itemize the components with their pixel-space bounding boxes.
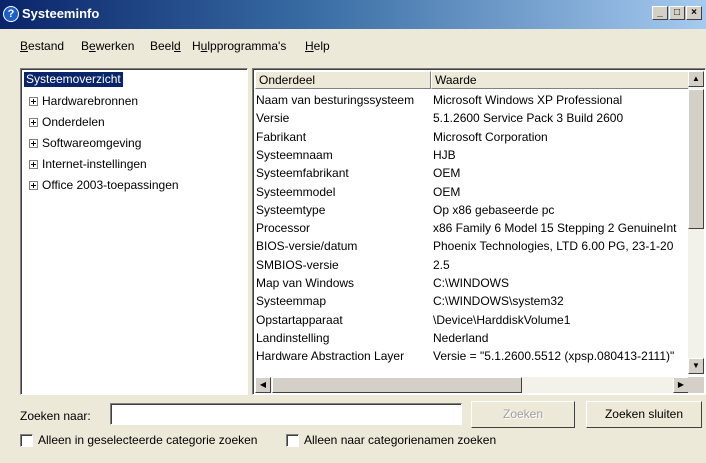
tree-item-onderdelen[interactable]: Onderdelen	[29, 114, 105, 130]
search-button[interactable]: Zoeken	[471, 401, 575, 428]
cell-waarde: Microsoft Corporation	[433, 129, 548, 144]
menu-help[interactable]: Help	[305, 39, 330, 53]
cell-onderdeel: SMBIOS-versie	[256, 257, 339, 272]
cell-onderdeel: Naam van besturingssysteem	[256, 93, 415, 107]
menu-hulpprogrammas[interactable]: Hulpprogramma's	[192, 39, 286, 53]
cell-onderdeel: BIOS-versie/datum	[256, 239, 358, 254]
cell-waarde: Versie = "5.1.2600.5512 (xpsp.080413-211…	[433, 349, 675, 364]
cell-onderdeel: Fabrikant	[256, 129, 307, 144]
cell-onderdeel: Landinstelling	[256, 330, 330, 345]
details-list[interactable]: Onderdeel Waarde Naam van besturingssyst…	[252, 68, 706, 395]
scroll-thumb[interactable]	[688, 89, 704, 229]
table-row[interactable]: Hardware Abstraction Layer Versie = "5.1.…	[253, 347, 689, 365]
checkbox[interactable]	[286, 434, 299, 448]
question-icon: ?	[3, 6, 19, 22]
expand-icon[interactable]	[29, 139, 38, 149]
cell-onderdeel: Systeemmodel	[256, 184, 336, 199]
table-row[interactable]: Landinstelling Nederland	[253, 329, 689, 347]
cell-onderdeel: Versie	[256, 111, 290, 126]
cell-onderdeel: Systeemnaam	[256, 147, 333, 162]
menu-beeld[interactable]: Beeld	[150, 39, 181, 53]
cell-onderdeel: Opstartapparaat	[256, 312, 343, 327]
scroll-thumb-horizontal[interactable]	[272, 377, 522, 393]
cell-onderdeel: Map van Windows	[256, 276, 355, 290]
tree-item-hardwarebronnen[interactable]: Hardwarebronnen	[29, 93, 138, 109]
cell-waarde: Nederland	[433, 330, 489, 345]
checkbox-category-names[interactable]: Alleen naar categorienamen zoeken	[286, 432, 496, 450]
tree-item-softwareomgeving[interactable]: Softwareomgeving	[29, 135, 141, 151]
table-row[interactable]: Systeemnaam HJB	[253, 146, 689, 164]
expand-icon[interactable]	[29, 97, 38, 107]
scroll-corner	[688, 377, 704, 393]
cell-onderdeel: Systeemfabrikant	[256, 166, 349, 181]
minimize-button[interactable]: _	[652, 6, 668, 20]
maximize-button[interactable]: □	[669, 6, 685, 20]
cell-onderdeel: Systeemmap	[256, 294, 327, 309]
cell-waarde: C:\WINDOWS\system32	[433, 294, 564, 309]
tree-item-systeemoverzicht[interactable]: Systeemoverzicht	[24, 72, 123, 87]
menu-bestand[interactable]: Bestand	[20, 39, 64, 53]
table-row[interactable]: BIOS-versie/datum Phoenix Technologies, L…	[253, 237, 689, 255]
cell-onderdeel: Hardware Abstraction Layer	[256, 349, 405, 364]
table-row[interactable]: Opstartapparaat \Device\HarddiskVolume1	[253, 311, 689, 329]
cell-waarde: OEM	[433, 184, 461, 199]
cell-waarde: x86 Family 6 Model 15 Stepping 2 Genuine…	[433, 221, 677, 236]
cell-waarde: C:\WINDOWS	[433, 276, 509, 290]
cell-waarde: OEM	[433, 166, 461, 181]
menu-bar: Bestand Bewerken Beeld Hulpprogramma's H…	[0, 31, 706, 59]
cell-waarde: \Device\HarddiskVolume1	[433, 312, 571, 327]
horizontal-scrollbar[interactable]: ◀ ▶	[255, 377, 689, 393]
column-header-onderdeel[interactable]: Onderdeel	[255, 71, 431, 89]
cell-waarde: Microsoft Windows XP Professional	[433, 93, 623, 107]
table-row[interactable]: SMBIOS-versie 2.5	[253, 256, 689, 274]
table-row[interactable]: Versie 5.1.2600 Service Pack 3 Build 2600	[253, 109, 689, 127]
table-row[interactable]: Systeemmap C:\WINDOWS\system32	[253, 292, 689, 310]
table-row[interactable]: Naam van besturingssysteem Microsoft Wind…	[253, 91, 689, 109]
close-search-button[interactable]: Zoeken sluiten	[586, 401, 702, 428]
checkbox-selected-category[interactable]: Alleen in geselecteerde categorie zoeken	[20, 432, 257, 450]
expand-icon[interactable]	[29, 118, 38, 128]
cell-waarde: Phoenix Technologies, LTD 6.00 PG, 23-1-…	[433, 239, 674, 254]
cell-onderdeel: Processor	[256, 221, 311, 236]
close-button[interactable]: ×	[686, 6, 702, 20]
menu-bewerken[interactable]: Bewerken	[81, 39, 134, 53]
expand-icon[interactable]	[29, 160, 38, 170]
cell-waarde: 2.5	[433, 257, 450, 272]
scroll-down-icon[interactable]: ▼	[688, 358, 704, 374]
tree-item-office-2003[interactable]: Office 2003-toepassingen	[29, 177, 179, 193]
scroll-right-icon[interactable]: ▶	[673, 377, 689, 393]
cell-waarde: HJB	[433, 147, 456, 162]
cell-onderdeel: Systeemtype	[256, 202, 326, 217]
window-title: Systeeminfo	[22, 6, 100, 21]
tree-item-internet-instellingen[interactable]: Internet-instellingen	[29, 156, 147, 172]
scroll-up-icon[interactable]: ▲	[688, 71, 704, 87]
checkbox[interactable]	[20, 434, 33, 448]
vertical-scrollbar[interactable]: ▲ ▼	[688, 71, 704, 374]
table-row[interactable]: Processor x86 Family 6 Model 15 Stepping …	[253, 219, 689, 237]
table-row[interactable]: Systeemfabrikant OEM	[253, 164, 689, 182]
scroll-left-icon[interactable]: ◀	[255, 377, 271, 393]
search-label: Zoeken naar:	[20, 409, 91, 423]
table-row[interactable]: Systeemmodel OEM	[253, 183, 689, 201]
cell-waarde: Op x86 gebaseerde pc	[433, 202, 555, 217]
expand-icon[interactable]	[29, 181, 38, 191]
column-header-waarde[interactable]: Waarde	[431, 71, 689, 89]
cell-waarde: 5.1.2600 Service Pack 3 Build 2600	[433, 111, 624, 126]
table-row[interactable]: Map van Windows C:\WINDOWS	[253, 274, 689, 292]
title-bar: ? Systeeminfo _ □ ×	[0, 0, 706, 29]
search-input[interactable]	[110, 403, 462, 425]
table-row[interactable]: Fabrikant Microsoft Corporation	[253, 128, 689, 146]
table-row[interactable]: Systeemtype Op x86 gebaseerde pc	[253, 201, 689, 219]
category-tree[interactable]: Systeemoverzicht Hardwarebronnen Onderde…	[20, 68, 248, 395]
